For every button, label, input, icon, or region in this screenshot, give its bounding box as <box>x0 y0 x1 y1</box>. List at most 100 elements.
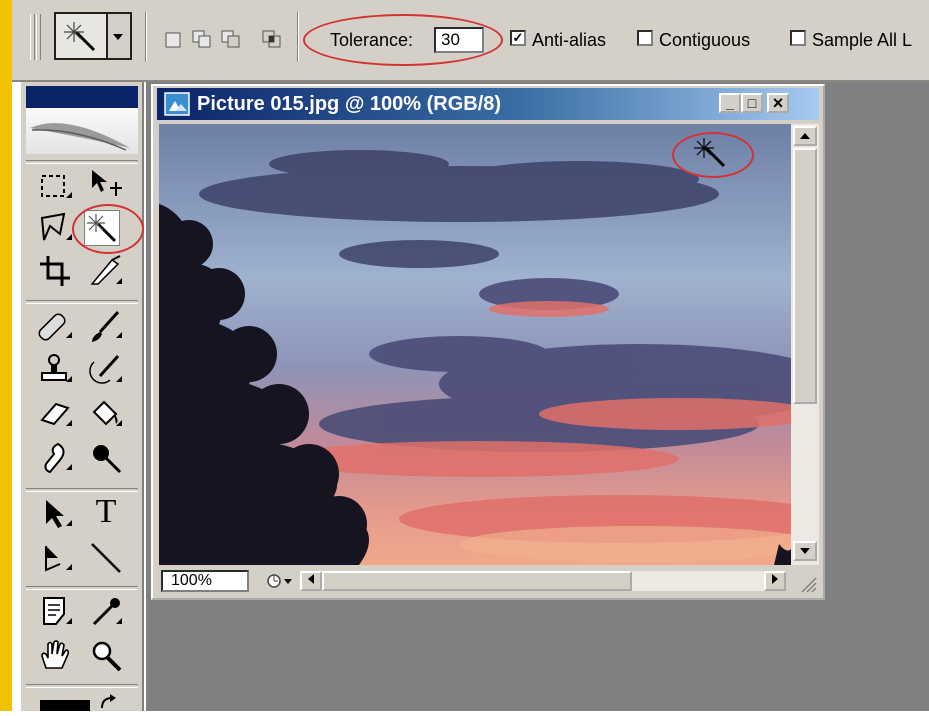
scroll-down-button[interactable] <box>793 541 817 561</box>
foreground-color-swatch[interactable] <box>40 700 90 711</box>
history-brush-tool[interactable] <box>88 352 124 388</box>
eyedropper-icon <box>92 598 122 626</box>
options-bar-grip-2[interactable] <box>36 14 41 60</box>
subtract-from-selection-icon <box>221 30 240 48</box>
swap-colors-button[interactable] <box>98 694 122 711</box>
marquee-tool[interactable] <box>38 168 74 204</box>
healing-brush-tool[interactable] <box>38 308 74 344</box>
burn-icon <box>93 445 122 474</box>
toolbox-separator <box>26 160 138 164</box>
type-icon: T <box>95 493 117 530</box>
tool-preset-dropdown-button[interactable] <box>108 12 132 60</box>
zoom-level-field[interactable]: 100% <box>161 570 249 592</box>
slice-tool[interactable] <box>88 254 124 290</box>
feather-logo-icon <box>30 123 130 151</box>
add-to-selection-button[interactable] <box>192 28 212 48</box>
options-bar-grip[interactable] <box>30 14 35 60</box>
toolbox-separator-4 <box>26 586 138 590</box>
hand-tool[interactable] <box>38 638 74 674</box>
clone-stamp-icon <box>41 354 72 382</box>
toolbox-separator-5 <box>26 684 138 688</box>
brush-tool[interactable] <box>88 308 124 344</box>
arrow-left-icon <box>308 574 314 584</box>
healing-brush-icon <box>38 313 72 341</box>
tool-preset-picker[interactable] <box>54 12 108 60</box>
paint-bucket-tool[interactable] <box>88 396 124 432</box>
scroll-right-button[interactable] <box>764 571 786 591</box>
type-tool[interactable]: T <box>88 494 124 530</box>
path-selection-tool[interactable] <box>38 496 74 532</box>
toolbox-separator-3 <box>26 488 138 492</box>
maximize-button[interactable]: □ <box>741 93 763 113</box>
crop-icon <box>40 256 70 286</box>
zoom-tool[interactable] <box>88 638 124 674</box>
paint-bucket-icon <box>92 400 122 426</box>
add-to-selection-icon <box>192 30 211 48</box>
history-brush-icon <box>89 354 122 384</box>
smudge-tool[interactable] <box>38 440 74 476</box>
slice-icon <box>90 255 122 285</box>
arrow-down-icon <box>800 548 810 554</box>
document-title: Picture 015.jpg @ 100% (RGB/8) <box>197 93 502 115</box>
sample-all-layers-checkbox[interactable] <box>790 30 806 46</box>
cursor-highlight-ring <box>672 132 754 178</box>
arrow-right-icon <box>772 574 778 584</box>
lasso-icon <box>40 212 72 241</box>
scroll-left-button[interactable] <box>300 571 322 591</box>
eraser-icon <box>40 402 72 426</box>
maximize-icon: □ <box>747 95 757 111</box>
marquee-icon <box>41 175 72 198</box>
horizontal-scroll-track[interactable] <box>632 571 764 591</box>
contiguous-checkbox[interactable] <box>637 30 653 46</box>
swap-arrow-icon <box>101 694 116 709</box>
clone-stamp-tool[interactable] <box>38 352 74 388</box>
zoom-icon <box>92 641 122 672</box>
tolerance-highlight-ring <box>303 14 503 66</box>
hand-icon <box>41 640 70 669</box>
subtract-from-selection-button[interactable] <box>221 28 241 48</box>
new-selection-button[interactable] <box>163 28 183 48</box>
line-tool[interactable] <box>88 540 124 576</box>
resize-grip-icon[interactable] <box>796 572 818 594</box>
scroll-up-button[interactable] <box>793 126 817 146</box>
magic-wand-highlight-ring <box>72 204 144 254</box>
anti-alias-checkbox[interactable]: ✓ <box>510 30 526 46</box>
minimize-icon: _ <box>726 95 734 111</box>
notes-icon <box>43 597 72 625</box>
move-tool[interactable] <box>88 166 124 202</box>
eraser-tool[interactable] <box>38 396 74 432</box>
chevron-down-icon <box>113 34 123 40</box>
lasso-tool[interactable] <box>38 210 74 246</box>
close-button[interactable]: × <box>767 93 789 113</box>
yellow-edge-stripe <box>0 0 12 711</box>
smudge-icon <box>44 442 72 474</box>
toolbox-separator-2 <box>26 300 138 304</box>
minimize-button[interactable]: _ <box>719 93 741 113</box>
image-canvas[interactable] <box>159 124 791 565</box>
notes-tool[interactable] <box>38 594 74 630</box>
horizontal-scroll-thumb[interactable] <box>322 571 632 591</box>
move-icon <box>92 170 122 196</box>
pen-tool[interactable] <box>38 540 74 576</box>
document-file-icon <box>164 92 190 116</box>
options-separator <box>145 12 147 62</box>
vertical-scroll-thumb[interactable] <box>793 148 817 404</box>
crop-tool[interactable] <box>38 254 74 290</box>
sunset-photo <box>159 124 791 565</box>
toolbox-title-bar[interactable] <box>26 86 138 108</box>
toolbox-logo[interactable] <box>26 108 138 154</box>
intersect-selection-button[interactable] <box>262 28 282 48</box>
intersect-selection-icon <box>262 30 281 48</box>
options-separator-2 <box>297 12 299 62</box>
close-icon: × <box>772 93 784 113</box>
brush-icon <box>92 310 122 342</box>
contiguous-label: Contiguous <box>659 30 751 50</box>
vertical-scrollbar[interactable] <box>791 124 819 565</box>
pen-icon <box>45 546 72 572</box>
path-selection-icon <box>46 500 72 528</box>
eyedropper-tool[interactable] <box>88 594 124 630</box>
new-selection-icon <box>165 32 181 48</box>
magic-wand-icon <box>64 22 96 52</box>
status-menu-button[interactable] <box>262 570 294 592</box>
burn-tool[interactable] <box>88 440 124 476</box>
